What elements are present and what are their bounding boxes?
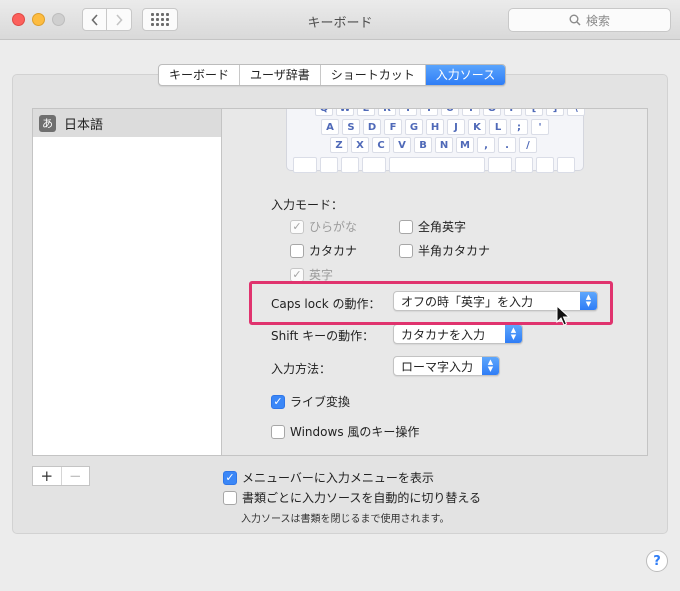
add-source-button[interactable]: +	[33, 467, 62, 485]
keyboard-key: R	[378, 109, 396, 116]
mouse-pointer-icon	[556, 305, 570, 326]
title-bar: キーボード 検索	[0, 0, 680, 40]
keyboard-key: P	[504, 109, 522, 116]
keyboard-key: F	[384, 119, 402, 135]
input-method-popup[interactable]: ローマ字入力 ▲ ▼	[393, 356, 500, 376]
katakana-label: カタカナ	[309, 244, 358, 258]
hiragana-checkbox[interactable]: ✓ ひらがな	[290, 218, 357, 235]
keyboard-key: N	[435, 137, 453, 153]
show-input-menu-label: メニューバーに入力メニューを表示	[242, 471, 434, 485]
katakana-checkbox[interactable]: カタカナ	[290, 242, 357, 259]
shift-key-popup[interactable]: カタカナを入力 ▲ ▼	[393, 324, 523, 344]
keyboard-key: B	[414, 137, 432, 153]
checkmark-icon: ✓	[223, 470, 237, 485]
windows-style-checkbox[interactable]: Windows 風のキー操作	[271, 423, 419, 440]
japanese-input-icon: あ	[39, 114, 56, 132]
keyboard-key: Q	[315, 109, 333, 116]
popup-arrows-icon: ▲ ▼	[505, 325, 522, 343]
keyboard-row-1: Q W E R T Y U I O P[] \	[315, 109, 585, 116]
keyboard-key: ,	[477, 137, 495, 153]
tab-keyboard[interactable]: キーボード	[159, 65, 241, 85]
keyboard-key: ]	[546, 109, 564, 116]
keyboard-key: A	[321, 119, 339, 135]
keyboard-row-2: A S D F G H J K L; '	[321, 119, 549, 135]
live-conversion-label: ライブ変換	[290, 395, 351, 409]
keyboard-key: D	[363, 119, 381, 135]
shift-key-value: カタカナを入力	[401, 327, 486, 342]
halfwidth-katakana-label: 半角カタカナ	[418, 244, 491, 258]
keyboard-key: '	[531, 119, 549, 135]
auto-switch-label: 書類ごとに入力ソースを自動的に切り替える	[242, 491, 482, 505]
keyboard-key: W	[336, 109, 354, 116]
magnifier-icon	[569, 14, 581, 26]
keyboard-layout-preview: Q W E R T Y U I O P[] \ A S D F G H J K L; ' Z X C V B N M,. /	[286, 109, 585, 173]
keyboard-key: T	[399, 109, 417, 116]
shift-key-label: Shift キーの動作：	[271, 329, 375, 343]
search-field[interactable]: 検索	[508, 8, 671, 32]
auto-switch-note: 入力ソースは書類を閉じるまで使用されます。	[241, 514, 450, 525]
windows-style-label: Windows 風のキー操作	[290, 425, 420, 439]
fullwidth-roman-checkbox[interactable]: 全角英字	[399, 218, 466, 235]
show-input-menu-checkbox[interactable]: ✓ メニューバーに入力メニューを表示	[223, 469, 434, 486]
input-method-label: 入力方法：	[271, 362, 332, 376]
keyboard-row-space	[293, 157, 575, 173]
add-remove-control: + −	[32, 466, 90, 486]
keyboard-key: X	[351, 137, 369, 153]
checkmark-icon: ✓	[290, 267, 304, 282]
keyboard-key: H	[426, 119, 444, 135]
keyboard-row-3: Z X C V B N M,. /	[330, 137, 537, 153]
keyboard-key: /	[519, 137, 537, 153]
hiragana-label: ひらがな	[309, 220, 358, 234]
help-button[interactable]: ?	[646, 550, 668, 572]
keyboard-key: O	[483, 109, 501, 116]
keyboard-key: G	[405, 119, 423, 135]
keyboard-key: J	[447, 119, 465, 135]
keyboard-key: .	[498, 137, 516, 153]
keyboard-key: I	[462, 109, 480, 116]
keyboard-key: E	[357, 109, 375, 116]
keyboard-key: [	[525, 109, 543, 116]
keyboard-key: Z	[330, 137, 348, 153]
keyboard-key: M	[456, 137, 474, 153]
keyboard-key: U	[441, 109, 459, 116]
live-conversion-checkbox[interactable]: ✓ ライブ変換	[271, 393, 350, 410]
tab-input-sources[interactable]: 入力ソース	[425, 65, 506, 85]
keyboard-key: S	[342, 119, 360, 135]
auto-switch-checkbox[interactable]: 書類ごとに入力ソースを自動的に切り替える	[223, 489, 481, 506]
input-mode-heading: 入力モード：	[271, 198, 344, 212]
input-source-list: あ 日本語	[32, 108, 222, 456]
tab-user-dictionary[interactable]: ユーザ辞書	[240, 65, 321, 85]
checkmark-icon: ✓	[271, 394, 285, 409]
tab-shortcuts[interactable]: ショートカット	[321, 65, 426, 85]
keyboard-key: C	[372, 137, 390, 153]
input-method-value: ローマ字入力	[401, 359, 474, 374]
halfwidth-katakana-checkbox[interactable]: 半角カタカナ	[399, 242, 490, 259]
remove-source-button[interactable]: −	[62, 467, 90, 485]
tab-bar: キーボード ユーザ辞書 ショートカット 入力ソース	[158, 64, 507, 86]
search-placeholder: 検索	[585, 13, 610, 28]
fullwidth-roman-label: 全角英字	[418, 220, 467, 234]
list-item-label: 日本語	[64, 117, 104, 133]
keyboard-key: L	[489, 119, 507, 135]
keyboard-key: ;	[510, 119, 528, 135]
keyboard-key: \	[567, 109, 585, 116]
keyboard-key: V	[393, 137, 411, 153]
popup-arrows-icon: ▲ ▼	[482, 357, 499, 375]
keyboard-key: Y	[420, 109, 438, 116]
list-item[interactable]: あ 日本語	[33, 109, 221, 137]
checkmark-icon: ✓	[290, 219, 304, 234]
keyboard-key: K	[468, 119, 486, 135]
